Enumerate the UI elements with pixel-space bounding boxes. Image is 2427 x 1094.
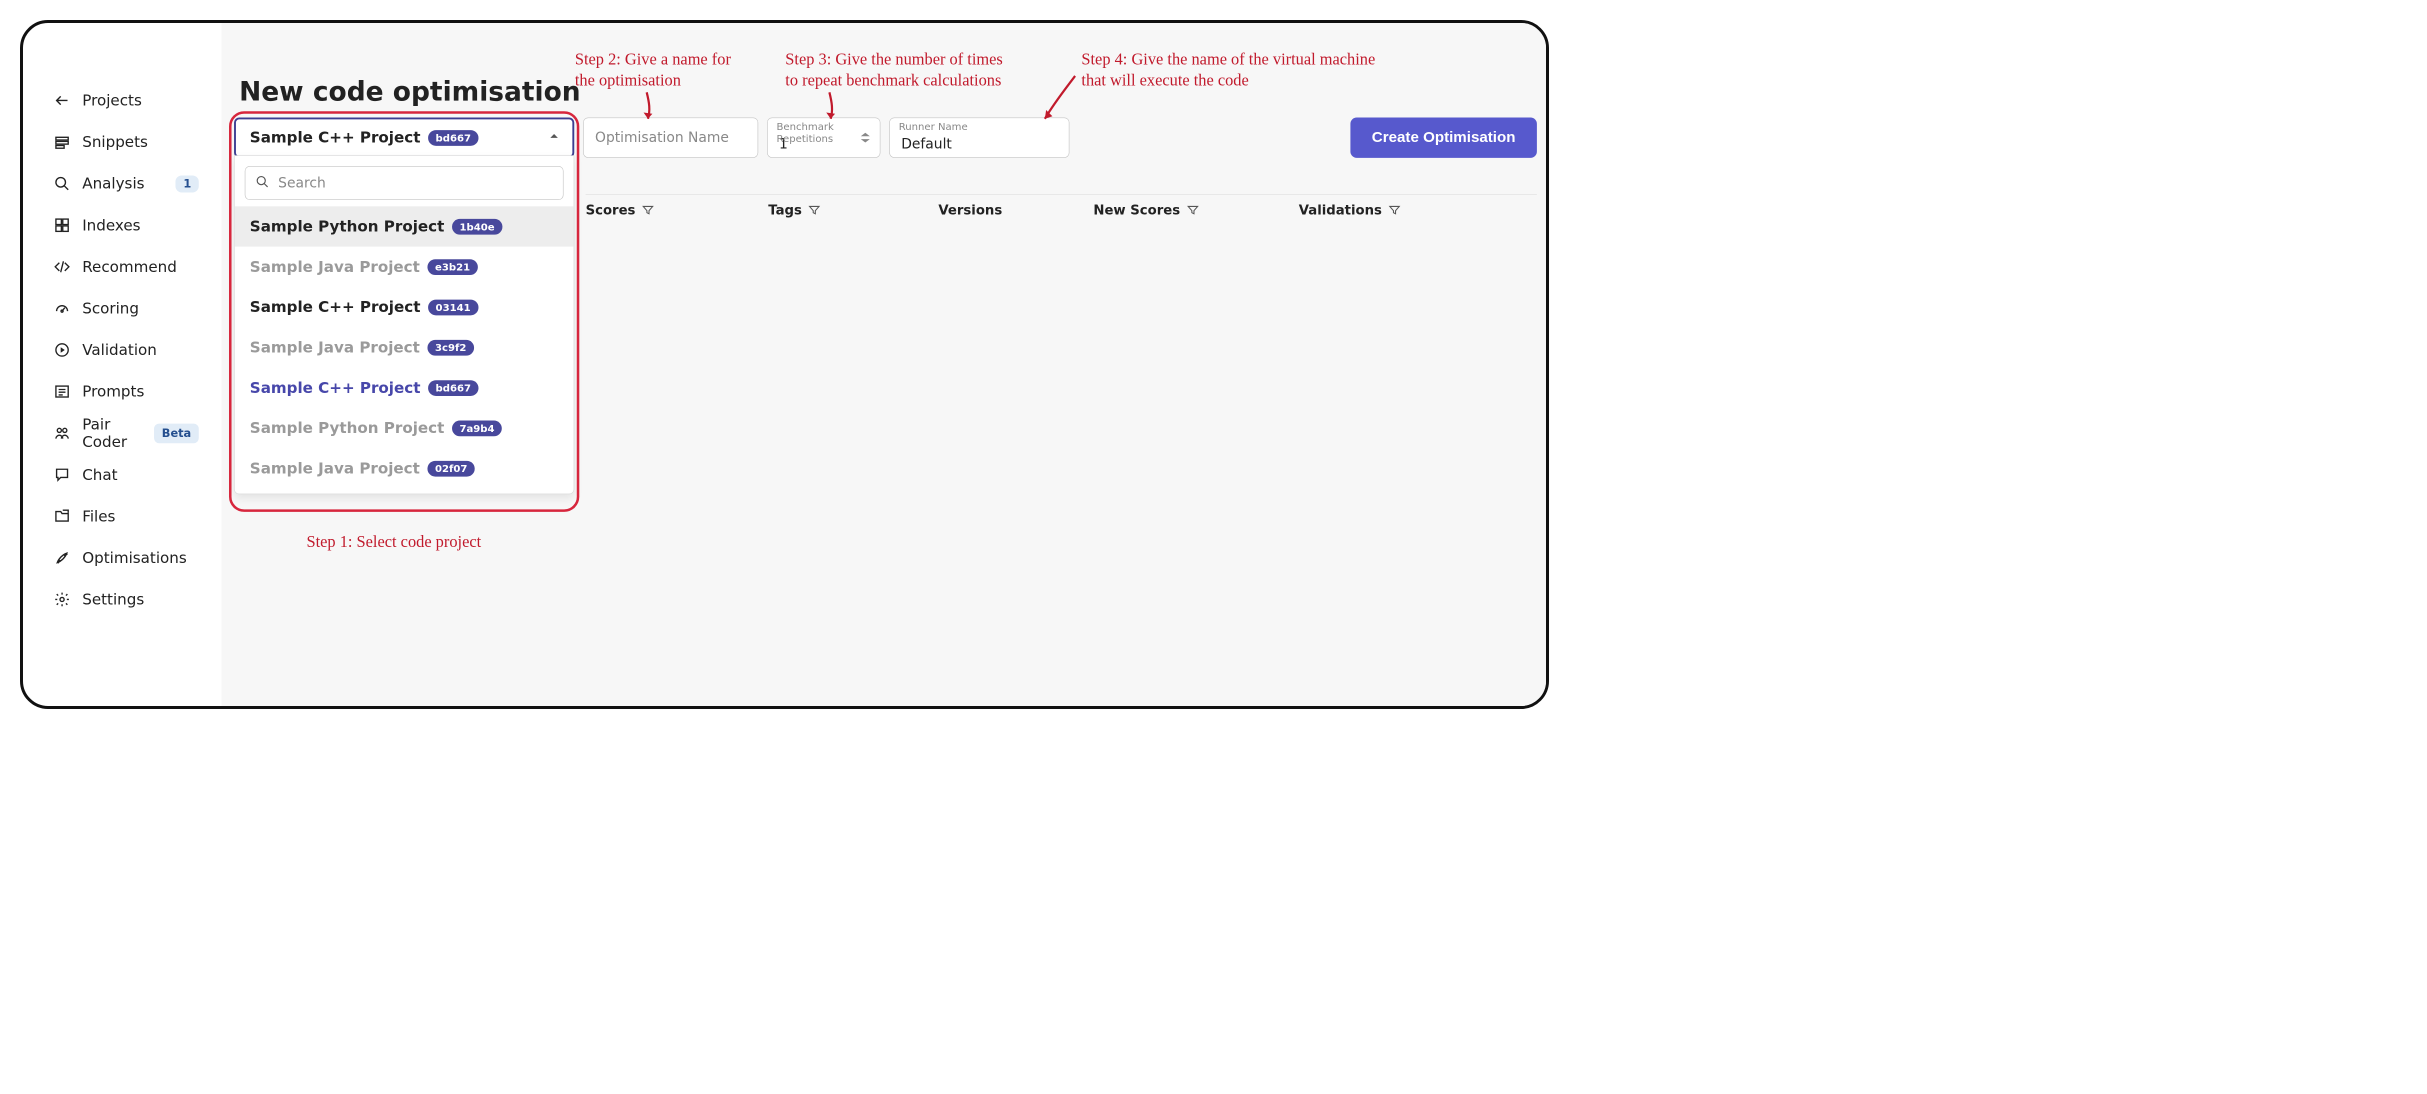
project-select[interactable]: Sample C++ Project bd667 <box>234 118 574 158</box>
top-form-row: Sample C++ Project bd667 Optimisation Na… <box>234 118 1537 158</box>
pair-coder-icon <box>53 424 71 442</box>
sidebar-item-files[interactable]: Files <box>23 496 221 538</box>
sidebar-item-label: Analysis <box>82 175 144 193</box>
project-search-input[interactable]: Search <box>245 166 564 200</box>
project-option-label: Sample Java Project <box>250 339 420 357</box>
project-option[interactable]: Sample Python Project 1b40e <box>235 206 574 246</box>
header-versions[interactable]: Versions <box>938 202 1093 217</box>
create-optimisation-button[interactable]: Create Optimisation <box>1350 118 1537 158</box>
header-versions-label: Versions <box>938 202 1002 217</box>
project-option-hash: e3b21 <box>427 259 477 275</box>
benchmark-repetitions-input[interactable]: Benchmark Repetitions 1 <box>767 118 880 158</box>
indexes-icon <box>53 216 71 234</box>
project-option-label: Sample Python Project <box>250 218 445 236</box>
results-header-row: Scores Tags Versions New Scores Validati… <box>586 194 1537 224</box>
chat-icon <box>53 466 71 484</box>
sidebar-item-label: Files <box>82 507 115 525</box>
project-option-hash: bd667 <box>428 380 479 396</box>
sidebar-item-label: Settings <box>82 591 144 609</box>
code-icon <box>53 258 71 276</box>
sidebar-item-label: Projects <box>82 92 142 110</box>
sidebar-item-scoring[interactable]: Scoring <box>23 288 221 330</box>
beta-badge: Beta <box>154 423 199 443</box>
project-search-placeholder: Search <box>278 175 326 191</box>
chevron-up-icon <box>548 131 559 145</box>
sidebar-item-prompts[interactable]: Prompts <box>23 371 221 413</box>
header-scores-label: Scores <box>586 202 636 217</box>
sidebar-item-analysis[interactable]: Analysis 1 <box>23 163 221 205</box>
project-select-label: Sample C++ Project <box>250 129 421 147</box>
files-icon <box>53 507 71 525</box>
sidebar-item-pair-coder[interactable]: Pair Coder Beta <box>23 412 221 454</box>
optimisation-name-input[interactable]: Optimisation Name <box>583 118 758 158</box>
project-option-label: Sample Java Project <box>250 258 420 276</box>
gear-icon <box>53 591 71 609</box>
main-panel: New code optimisation Sample C++ Project… <box>221 23 1549 709</box>
search-icon <box>53 175 71 193</box>
project-option[interactable]: Sample Java Project 3c9f2 <box>235 327 574 367</box>
header-validations[interactable]: Validations <box>1299 202 1457 217</box>
filter-icon <box>808 203 821 216</box>
sidebar-item-label: Pair Coder <box>82 415 143 450</box>
project-option-hash: 03141 <box>428 299 478 315</box>
filter-icon <box>642 203 655 216</box>
header-tags[interactable]: Tags <box>768 202 938 217</box>
optimisation-name-placeholder: Optimisation Name <box>595 130 729 146</box>
runner-name-value: Default <box>901 136 952 152</box>
search-icon <box>255 175 269 191</box>
project-option-hash: 7a9b4 <box>452 420 502 436</box>
arrow-left-icon <box>53 92 71 110</box>
header-new-scores[interactable]: New Scores <box>1093 202 1298 217</box>
sidebar-item-label: Indexes <box>82 216 140 234</box>
header-new-scores-label: New Scores <box>1093 202 1180 217</box>
project-option[interactable]: Sample Java Project 02f07 <box>235 448 574 488</box>
sidebar-item-label: Prompts <box>82 383 144 401</box>
sidebar-item-snippets[interactable]: Snippets <box>23 121 221 163</box>
project-option[interactable]: Sample C++ Project 03141 <box>235 287 574 327</box>
header-scores[interactable]: Scores <box>586 202 769 217</box>
sidebar-item-chat[interactable]: Chat <box>23 454 221 496</box>
runner-name-input[interactable]: Runner Name Default <box>889 118 1069 158</box>
runner-name-label: Runner Name <box>899 121 968 133</box>
header-tags-label: Tags <box>768 202 802 217</box>
sidebar-item-projects[interactable]: Projects <box>23 80 221 122</box>
sidebar-item-label: Chat <box>82 466 117 484</box>
sidebar-item-recommend[interactable]: Recommend <box>23 246 221 288</box>
play-circle-icon <box>53 341 71 359</box>
number-stepper-icon[interactable] <box>860 131 874 144</box>
sidebar-item-validation[interactable]: Validation <box>23 329 221 371</box>
filter-icon <box>1186 203 1199 216</box>
filter-icon <box>1388 203 1401 216</box>
analysis-count-badge: 1 <box>176 175 199 192</box>
sidebar-item-indexes[interactable]: Indexes <box>23 204 221 246</box>
sidebar-item-label: Optimisations <box>82 549 187 567</box>
project-select-hash: bd667 <box>428 130 479 146</box>
snippets-icon <box>53 133 71 151</box>
rocket-icon <box>53 549 71 567</box>
project-option[interactable]: Sample Python Project 7a9b4 <box>235 408 574 448</box>
project-option-label: Sample Python Project <box>250 419 445 437</box>
header-validations-label: Validations <box>1299 202 1382 217</box>
gauge-icon <box>53 300 71 318</box>
project-option-label: Sample Java Project <box>250 460 420 478</box>
sidebar-item-label: Recommend <box>82 258 177 276</box>
sidebar-item-label: Validation <box>82 341 157 359</box>
prompts-icon <box>53 383 71 401</box>
sidebar-item-label: Scoring <box>82 300 139 318</box>
project-option-hash: 3c9f2 <box>427 340 474 356</box>
project-dropdown-panel: Search Sample Python Project 1b40e Sampl… <box>234 155 574 494</box>
project-option-hash: 1b40e <box>452 219 502 235</box>
project-option-label: Sample C++ Project <box>250 298 421 316</box>
project-option[interactable]: Sample C++ Project bd667 <box>235 368 574 408</box>
sidebar-item-optimisations[interactable]: Optimisations <box>23 537 221 579</box>
sidebar: Projects Snippets Analysis 1 Indexes <box>23 23 221 709</box>
project-option-label: Sample C++ Project <box>250 379 421 397</box>
sidebar-item-label: Snippets <box>82 133 148 151</box>
project-option[interactable]: Sample Java Project e3b21 <box>235 247 574 287</box>
sidebar-item-settings[interactable]: Settings <box>23 579 221 621</box>
page-title: New code optimisation <box>239 76 581 107</box>
project-option-hash: 02f07 <box>427 461 475 477</box>
